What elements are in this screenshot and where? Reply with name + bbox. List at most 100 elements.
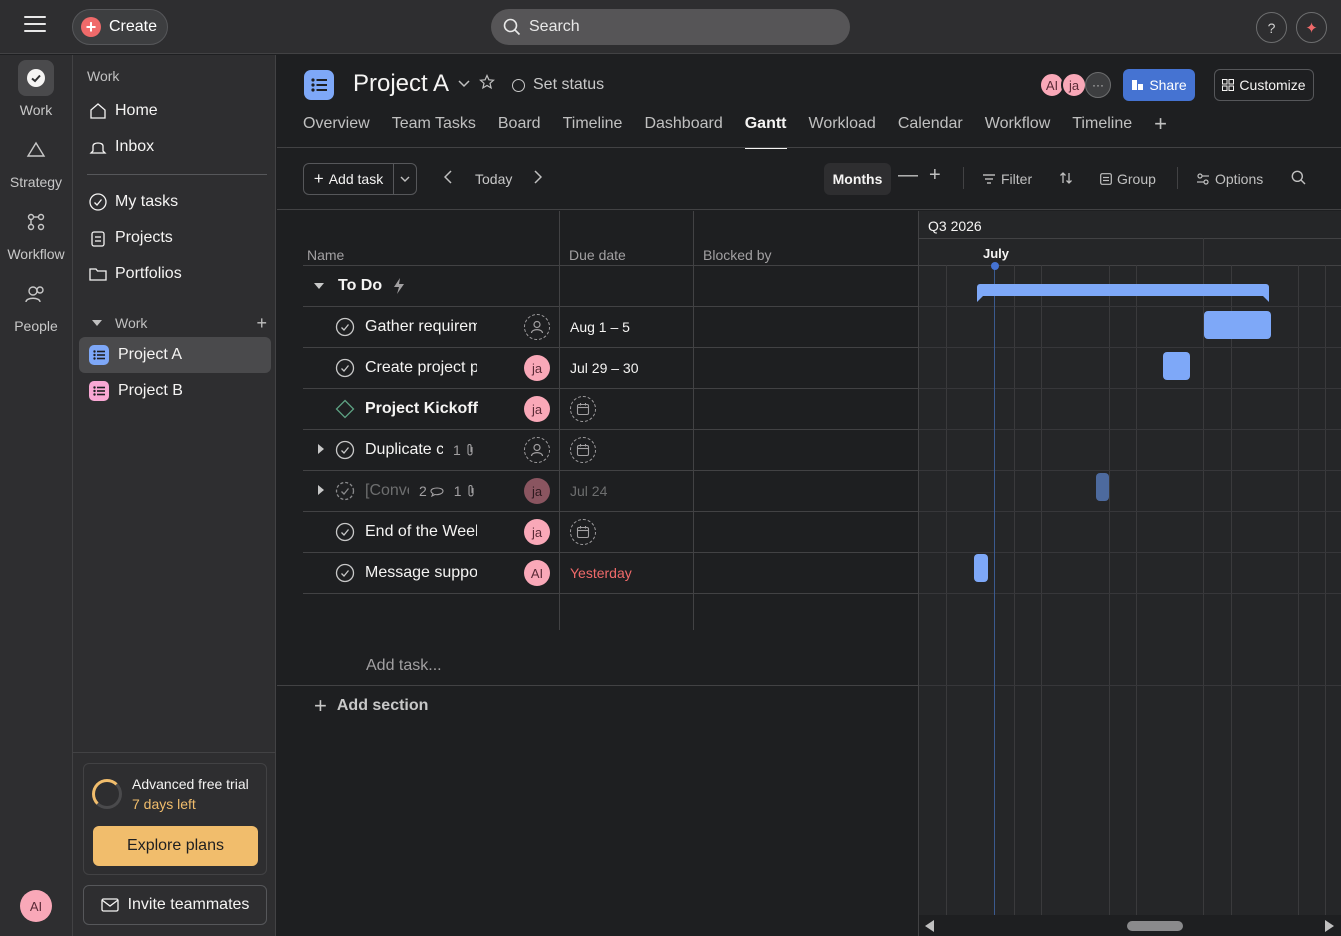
sidebar-item-projects[interactable]: Projects — [79, 220, 271, 256]
lightning-icon[interactable] — [392, 277, 406, 295]
task-name[interactable]: Project Kickoff — [365, 400, 485, 418]
due-date[interactable]: Aug 1 – 5 — [570, 319, 630, 335]
months-zoom-button[interactable]: Months — [824, 163, 891, 195]
gantt-task-bar[interactable] — [1204, 311, 1271, 339]
tab-gantt[interactable]: Gantt — [744, 115, 787, 149]
check-circle-icon[interactable] — [335, 440, 355, 460]
caret-right-icon[interactable] — [317, 484, 325, 496]
check-circle-icon[interactable] — [335, 481, 355, 501]
assignee-avatar[interactable]: AI — [524, 560, 550, 586]
check-circle-icon[interactable] — [335, 317, 355, 337]
invite-teammates-button[interactable]: Invite teammates — [83, 885, 267, 925]
rail-item-strategy[interactable]: Strategy — [0, 132, 72, 190]
assignee-avatar[interactable]: ja — [524, 396, 550, 422]
table-row[interactable]: Message suppor AI Yesterday — [303, 553, 918, 594]
tab-calendar[interactable]: Calendar — [898, 115, 963, 149]
sort-button[interactable] — [1059, 171, 1078, 185]
search-input[interactable]: Search — [491, 9, 850, 45]
gantt-task-bar[interactable] — [1163, 352, 1190, 380]
assignee-avatar[interactable]: ja — [524, 478, 550, 504]
tab-board[interactable]: Board — [498, 115, 541, 149]
star-icon[interactable] — [479, 74, 495, 93]
gantt-task-bar[interactable] — [974, 554, 988, 582]
sidebar-item-my-tasks[interactable]: My tasks — [79, 184, 271, 220]
column-header-due-date[interactable]: Due date — [569, 247, 626, 263]
table-row[interactable]: Create project p ja Jul 29 – 30 — [303, 348, 918, 389]
add-project-icon[interactable]: + — [256, 313, 267, 334]
task-name[interactable]: Message suppor — [365, 564, 477, 582]
column-header-name[interactable]: Name — [307, 247, 344, 263]
calendar-icon[interactable] — [570, 519, 596, 545]
options-button[interactable]: Options — [1196, 171, 1263, 187]
zoom-in-icon[interactable]: + — [929, 164, 941, 187]
table-row[interactable]: [Conve 2 1 ja Jul 24 — [303, 471, 918, 512]
table-row[interactable]: End of the Week ja — [303, 512, 918, 553]
sidebar-section-work[interactable]: Work + — [87, 313, 267, 333]
calendar-icon[interactable] — [570, 437, 596, 463]
caret-right-icon[interactable] — [317, 443, 325, 455]
group-button[interactable]: Group — [1100, 171, 1156, 187]
task-name[interactable]: End of the Week — [365, 523, 477, 541]
today-button[interactable]: Today — [475, 171, 512, 187]
more-members-button[interactable]: ··· — [1085, 72, 1111, 98]
tab-workload[interactable]: Workload — [809, 115, 876, 149]
add-tab-icon[interactable]: + — [1154, 113, 1167, 149]
gantt-horizontal-scrollbar[interactable] — [919, 915, 1341, 936]
caret-down-icon[interactable] — [313, 282, 325, 290]
assignee-empty-icon[interactable] — [524, 314, 550, 340]
gantt-section-bar[interactable] — [977, 284, 1269, 302]
user-avatar[interactable]: AI — [20, 890, 52, 922]
explore-plans-button[interactable]: Explore plans — [93, 826, 258, 866]
add-task-dropdown[interactable] — [394, 164, 416, 194]
scrollbar-thumb[interactable] — [1127, 921, 1183, 931]
due-date[interactable]: Yesterday — [570, 565, 632, 581]
search-tasks-button[interactable] — [1291, 170, 1311, 185]
assignee-avatar[interactable]: ja — [524, 519, 550, 545]
chevron-down-icon[interactable] — [458, 75, 470, 91]
add-task-button[interactable]: + Add task — [304, 164, 394, 194]
task-name[interactable]: Create project p — [365, 359, 477, 377]
ai-sparkle-icon[interactable]: ✦ — [1296, 12, 1327, 43]
milestone-diamond-icon[interactable] — [335, 399, 355, 419]
scroll-right-arrow-icon[interactable] — [1325, 920, 1334, 932]
help-button[interactable]: ? — [1256, 12, 1287, 43]
tab-timeline[interactable]: Timeline — [563, 115, 623, 149]
sidebar-item-inbox[interactable]: Inbox — [79, 129, 271, 165]
member-avatar[interactable]: ja — [1061, 72, 1087, 98]
chevron-right-icon[interactable] — [534, 170, 543, 187]
due-date[interactable]: Jul 24 — [570, 483, 607, 499]
task-name[interactable]: Gather requirem — [365, 318, 477, 336]
rail-item-workflow[interactable]: Workflow — [0, 204, 72, 262]
due-date[interactable]: Jul 29 – 30 — [570, 360, 639, 376]
scroll-left-arrow-icon[interactable] — [925, 920, 934, 932]
sidebar-item-home[interactable]: Home — [79, 93, 271, 129]
table-row[interactable]: Project Kickoff ja — [303, 389, 918, 430]
assignee-empty-icon[interactable] — [524, 437, 550, 463]
assignee-avatar[interactable]: ja — [524, 355, 550, 381]
tab-overview[interactable]: Overview — [303, 115, 370, 149]
customize-button[interactable]: Customize — [1214, 69, 1314, 101]
add-section-button[interactable]: + Add section — [314, 695, 428, 717]
chevron-left-icon[interactable] — [443, 170, 452, 187]
calendar-icon[interactable] — [570, 396, 596, 422]
tab-dashboard[interactable]: Dashboard — [644, 115, 722, 149]
gantt-chart[interactable]: Q3 2026 July — [918, 211, 1341, 936]
section-header[interactable]: To Do — [303, 266, 918, 307]
check-circle-icon[interactable] — [335, 522, 355, 542]
tab-team-tasks[interactable]: Team Tasks — [392, 115, 476, 149]
sidebar-item-project-a[interactable]: Project A — [79, 337, 271, 373]
menu-icon[interactable] — [24, 16, 46, 36]
add-task-placeholder[interactable]: Add task... — [366, 657, 442, 675]
rail-item-people[interactable]: People — [0, 276, 72, 334]
tab-timeline-2[interactable]: Timeline — [1072, 115, 1132, 149]
check-circle-icon[interactable] — [335, 563, 355, 583]
task-name[interactable]: [Conve — [365, 482, 409, 500]
rail-item-work[interactable]: Work — [0, 60, 72, 118]
task-name[interactable]: Duplicate c — [365, 441, 443, 459]
filter-button[interactable]: Filter — [982, 171, 1032, 187]
zoom-out-icon[interactable]: — — [898, 164, 918, 187]
check-circle-icon[interactable] — [335, 358, 355, 378]
sidebar-item-project-b[interactable]: Project B — [79, 373, 271, 409]
create-button[interactable]: + Create — [72, 9, 168, 45]
gantt-task-bar[interactable] — [1096, 473, 1109, 501]
